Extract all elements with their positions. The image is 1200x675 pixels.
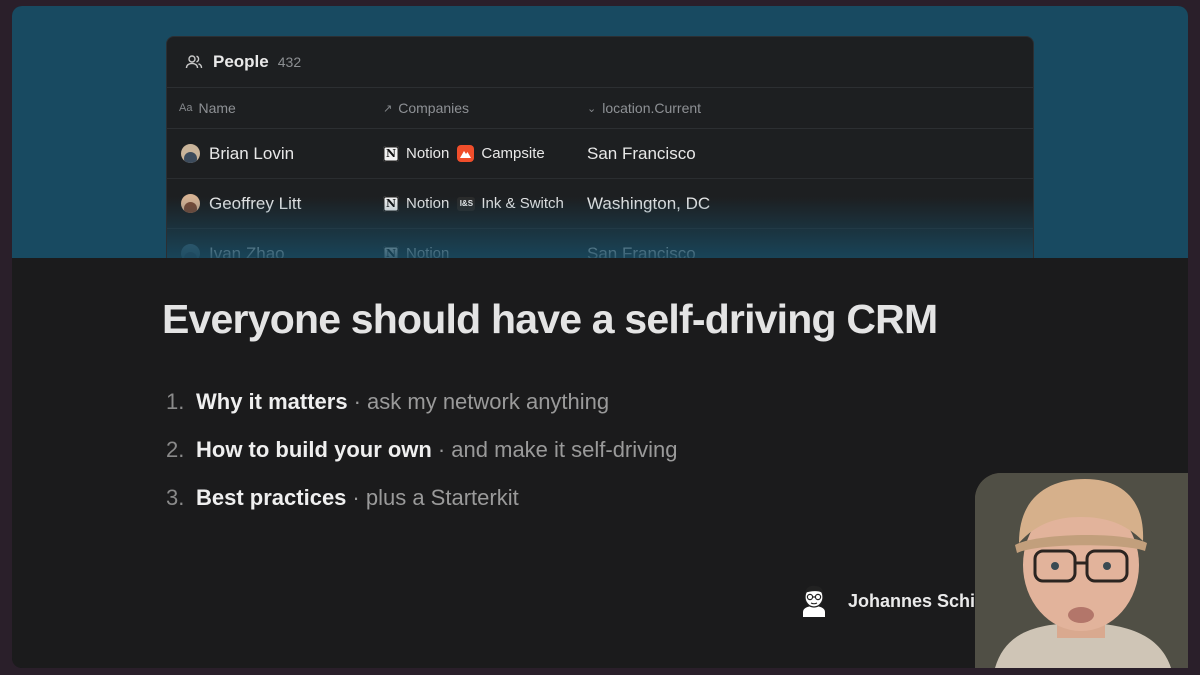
- presenter-webcam: [975, 473, 1188, 668]
- people-table: People 432 Aa Name ↗ Companies ⌄ locatio…: [166, 36, 1034, 278]
- table-row[interactable]: Brian Lovin N Notion Campsite San Francis…: [167, 129, 1033, 179]
- company-label: Notion: [406, 195, 450, 212]
- notion-logo-icon: N: [383, 195, 399, 212]
- person-name: Brian Lovin: [209, 143, 295, 163]
- record-count: 432: [277, 54, 302, 70]
- notion-logo-icon: N: [383, 145, 399, 162]
- column-location[interactable]: ⌄ location.Current: [573, 100, 1013, 116]
- company-label: Notion: [406, 145, 450, 162]
- location-value: Washington, DC: [587, 193, 711, 213]
- avatar: [181, 144, 200, 163]
- item-subtitle: · ask my network anything: [353, 389, 610, 414]
- company-tag[interactable]: I&S Ink & Switch: [457, 195, 564, 212]
- column-name[interactable]: Aa Name: [167, 100, 367, 116]
- agenda-list: 1. Why it matters · ask my network anyth…: [166, 378, 678, 522]
- item-heading: Best practices: [196, 485, 347, 510]
- avatar: [181, 194, 200, 213]
- column-label: location.Current: [602, 100, 702, 116]
- campsite-logo-icon: [457, 145, 475, 162]
- location-value: San Francisco: [587, 143, 696, 163]
- item-heading: How to build your own: [196, 437, 432, 462]
- slide-title: Everyone should have a self-driving CRM: [162, 296, 938, 342]
- table-header: People 432: [167, 37, 1033, 88]
- agenda-item: 3. Best practices · plus a Starterkit: [166, 474, 678, 522]
- column-label: Name: [198, 100, 236, 116]
- company-label: Ink & Switch: [481, 195, 564, 212]
- company-label: Campsite: [481, 145, 545, 162]
- item-heading: Why it matters: [196, 389, 348, 414]
- column-companies[interactable]: ↗ Companies: [367, 100, 573, 116]
- presenter-illustration-icon: [803, 585, 825, 617]
- table-row[interactable]: Geoffrey Litt N Notion I&S Ink & Switch Wa…: [167, 179, 1033, 229]
- item-number: 2.: [166, 437, 185, 462]
- item-number: 3.: [166, 485, 185, 510]
- person-name: Geoffrey Litt: [209, 193, 302, 213]
- item-number: 1.: [166, 389, 185, 414]
- presenter-webcam-image: [975, 473, 1188, 668]
- ink-switch-logo-icon: I&S: [457, 196, 476, 211]
- relation-arrow-icon: ↗: [383, 102, 393, 115]
- text-type-icon: Aa: [179, 102, 193, 114]
- agenda-item: 1. Why it matters · ask my network anyth…: [166, 378, 678, 426]
- column-headers: Aa Name ↗ Companies ⌄ location.Current: [167, 88, 1033, 129]
- agenda-item: 2. How to build your own · and make it s…: [166, 426, 678, 474]
- item-subtitle: · and make it self-driving: [437, 437, 678, 462]
- hero-band: People 432 Aa Name ↗ Companies ⌄ locatio…: [12, 6, 1188, 278]
- people-icon: [185, 55, 203, 69]
- company-tag[interactable]: Campsite: [457, 145, 545, 162]
- item-subtitle: · plus a Starterkit: [352, 485, 519, 510]
- company-tag[interactable]: N Notion: [383, 195, 449, 212]
- chevron-down-icon: ⌄: [587, 102, 597, 115]
- column-label: Companies: [398, 100, 470, 116]
- company-tag[interactable]: N Notion: [383, 145, 449, 162]
- table-title: People: [213, 52, 269, 71]
